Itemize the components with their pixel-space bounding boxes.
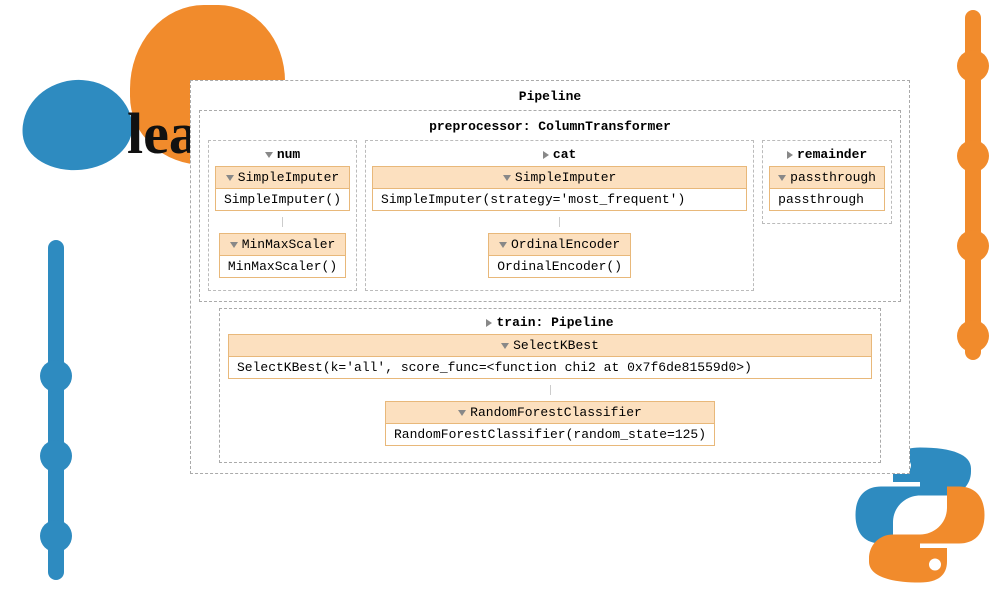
num-minmaxscaler-call: MinMaxScaler() <box>220 256 345 277</box>
num-column: num SimpleImputer SimpleImputer() MinMax… <box>208 140 357 291</box>
num-label: num <box>277 147 300 162</box>
remainder-passthrough-header[interactable]: passthrough <box>770 167 884 189</box>
remainder-passthrough-box: passthrough passthrough <box>769 166 885 211</box>
remainder-label: remainder <box>797 147 867 162</box>
cat-ordinalencoder-call: OrdinalEncoder() <box>489 256 630 277</box>
cat-label: cat <box>553 147 576 162</box>
chevron-right-icon <box>486 319 492 327</box>
blue-blob <box>18 74 137 175</box>
selectkbest-header[interactable]: SelectKBest <box>229 335 871 357</box>
num-minmaxscaler-box: MinMaxScaler MinMaxScaler() <box>219 233 346 278</box>
num-minmaxscaler-header[interactable]: MinMaxScaler <box>220 234 345 256</box>
connector <box>282 217 283 227</box>
orange-pole <box>965 10 981 360</box>
remainder-column: remainder passthrough passthrough <box>762 140 892 224</box>
randomforest-header[interactable]: RandomForestClassifier <box>386 402 714 424</box>
chevron-down-icon <box>778 175 786 181</box>
randomforest-box: RandomForestClassifier RandomForestClass… <box>385 401 715 446</box>
num-simpleimputer-box: SimpleImputer SimpleImputer() <box>215 166 350 211</box>
selectkbest-call: SelectKBest(k='all', score_func=<functio… <box>229 357 871 378</box>
cat-ordinalencoder-header[interactable]: OrdinalEncoder <box>489 234 630 256</box>
cat-simpleimputer-header[interactable]: SimpleImputer <box>373 167 746 189</box>
remainder-passthrough-call: passthrough <box>770 189 884 210</box>
chevron-down-icon <box>503 175 511 181</box>
connector <box>559 217 560 227</box>
cat-ordinalencoder-box: OrdinalEncoder OrdinalEncoder() <box>488 233 631 278</box>
blue-pole <box>48 240 64 580</box>
chevron-down-icon <box>226 175 234 181</box>
chevron-right-icon <box>787 151 793 159</box>
preprocessor-title[interactable]: preprocessor: ColumnTransformer <box>208 117 892 140</box>
train-title[interactable]: train: Pipeline <box>486 315 613 334</box>
selectkbest-box: SelectKBest SelectKBest(k='all', score_f… <box>228 334 872 379</box>
train-box: train: Pipeline SelectKBest SelectKBest(… <box>219 308 881 463</box>
remainder-column-header[interactable]: remainder <box>787 147 867 166</box>
chevron-right-icon <box>543 151 549 159</box>
cat-column-header[interactable]: cat <box>543 147 576 166</box>
num-simpleimputer-header[interactable]: SimpleImputer <box>216 167 349 189</box>
pipeline-title[interactable]: Pipeline <box>199 87 901 110</box>
cat-column: cat SimpleImputer SimpleImputer(strategy… <box>365 140 754 291</box>
pipeline-outer-box: Pipeline preprocessor: ColumnTransformer… <box>190 80 910 474</box>
chevron-down-icon <box>499 242 507 248</box>
cat-simpleimputer-call: SimpleImputer(strategy='most_frequent') <box>373 189 746 210</box>
randomforest-call: RandomForestClassifier(random_state=125) <box>386 424 714 445</box>
connector <box>550 385 551 395</box>
chevron-down-icon <box>458 410 466 416</box>
chevron-down-icon <box>265 152 273 158</box>
num-column-header[interactable]: num <box>265 147 300 166</box>
cat-simpleimputer-box: SimpleImputer SimpleImputer(strategy='mo… <box>372 166 747 211</box>
pipeline-diagram: Pipeline preprocessor: ColumnTransformer… <box>190 80 910 480</box>
num-simpleimputer-call: SimpleImputer() <box>216 189 349 210</box>
preprocessor-box: preprocessor: ColumnTransformer num Simp… <box>199 110 901 302</box>
chevron-down-icon <box>501 343 509 349</box>
chevron-down-icon <box>230 242 238 248</box>
